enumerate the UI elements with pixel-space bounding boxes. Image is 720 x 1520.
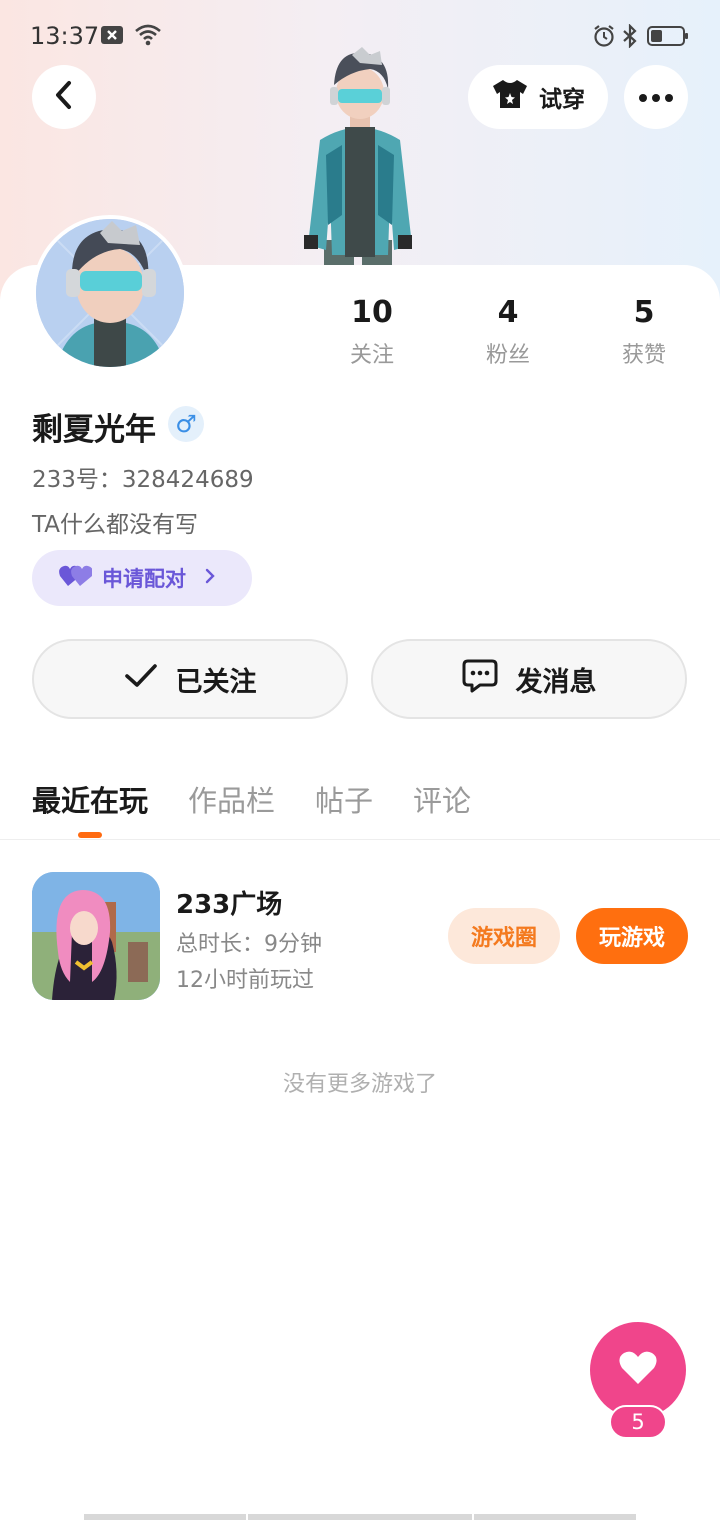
more-dots-icon	[638, 88, 674, 107]
tab-comments[interactable]: 评论	[413, 778, 471, 820]
fans-count: 4	[497, 295, 519, 330]
following-count: 10	[351, 295, 393, 330]
send-message-button[interactable]: 发消息	[371, 639, 687, 719]
stat-likes[interactable]: 5 获赞	[599, 295, 689, 369]
like-button[interactable]	[590, 1322, 686, 1418]
back-button[interactable]	[32, 65, 96, 129]
avatar-figure[interactable]	[290, 45, 430, 267]
bio: TA什么都没有写	[32, 512, 198, 538]
user-id: 233号：328424689	[32, 467, 254, 493]
try-on-button[interactable]: 试穿	[468, 65, 608, 129]
try-on-label: 试穿	[539, 87, 585, 113]
fans-label: 粉丝	[485, 343, 530, 368]
bluetooth-icon	[622, 23, 638, 52]
double-heart-icon	[58, 564, 93, 593]
chevron-right-icon	[204, 566, 216, 590]
nav-gesture-bar	[474, 1514, 636, 1520]
nav-gesture-bar	[84, 1514, 246, 1520]
game-duration: 总时长：9分钟	[176, 932, 322, 957]
list-item[interactable]: 233广场 总时长：9分钟 12小时前玩过 游戏圈 玩游戏	[0, 870, 720, 1002]
game-icon[interactable]	[32, 872, 160, 1000]
send-message-label: 发消息	[515, 666, 597, 698]
status-time: 13:37	[30, 22, 100, 50]
tab-works[interactable]: 作品栏	[188, 778, 275, 820]
followed-label: 已关注	[175, 666, 257, 698]
heart-icon	[618, 1350, 658, 1390]
avatar[interactable]	[32, 215, 188, 371]
tab-posts[interactable]: 帖子	[315, 778, 373, 820]
notification-x-icon	[100, 24, 124, 50]
active-tab-indicator	[78, 832, 102, 838]
profile-tabs: 最近在玩 作品栏 帖子 评论	[0, 770, 720, 840]
game-title: 233广场	[176, 890, 283, 920]
likes-label: 获赞	[621, 343, 666, 368]
game-circle-button[interactable]: 游戏圈	[448, 908, 560, 964]
game-last-played: 12小时前玩过	[176, 968, 314, 993]
wifi-icon	[134, 24, 162, 50]
alarm-icon	[593, 24, 615, 52]
stat-fans[interactable]: 4 粉丝	[463, 295, 553, 369]
nickname: 剩夏光年	[32, 412, 156, 448]
male-gender-icon: ♂	[168, 406, 204, 442]
chevron-left-icon	[53, 80, 75, 114]
battery-icon	[647, 24, 689, 52]
chat-bubble-icon	[462, 659, 498, 700]
check-icon	[124, 663, 158, 696]
play-game-button[interactable]: 玩游戏	[576, 908, 688, 964]
shirt-icon	[491, 78, 529, 116]
like-count-badge: 5	[609, 1405, 667, 1439]
apply-pair-button[interactable]: 申请配对	[32, 550, 252, 606]
nav-gesture-bar	[248, 1514, 472, 1520]
no-more-games-text: 没有更多游戏了	[282, 1072, 437, 1097]
likes-count: 5	[633, 295, 655, 330]
stat-following[interactable]: 10 关注	[327, 295, 417, 369]
followed-button[interactable]: 已关注	[32, 639, 348, 719]
tab-recently-played[interactable]: 最近在玩	[32, 778, 148, 820]
apply-pair-label: 申请配对	[102, 567, 186, 591]
more-button[interactable]	[624, 65, 688, 129]
following-label: 关注	[349, 343, 394, 368]
